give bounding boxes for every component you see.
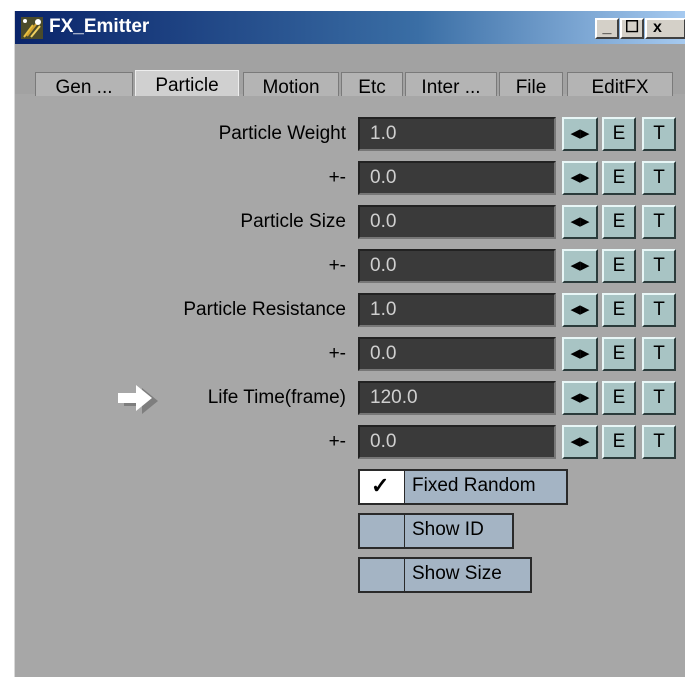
particle-weight-variance-input[interactable]: 0.0 (358, 161, 556, 195)
envelope-button[interactable]: E (602, 425, 636, 459)
right-arrow-icon (118, 385, 158, 414)
particle-weight-variance-row: +- 0.0 ◂▸ E T (15, 161, 685, 197)
envelope-button[interactable]: E (602, 249, 636, 283)
envelope-button[interactable]: E (602, 205, 636, 239)
show-id-label: Show ID (412, 519, 484, 540)
slider-arrows-icon[interactable]: ◂▸ (562, 293, 598, 327)
envelope-button[interactable]: E (602, 293, 636, 327)
particle-resistance-variance-row: +- 0.0 ◂▸ E T (15, 337, 685, 373)
particle-size-label: Particle Size (240, 211, 346, 232)
show-size-label: Show Size (412, 563, 502, 584)
life-time-variance-input[interactable]: 0.0 (358, 425, 556, 459)
particle-size-variance-input[interactable]: 0.0 (358, 249, 556, 283)
texture-button[interactable]: T (642, 117, 676, 151)
fixed-random-checkbox[interactable]: ✓ Fixed Random (358, 469, 568, 505)
particle-weight-variance-label: +- (328, 167, 346, 188)
particle-weight-row: Particle Weight 1.0 ◂▸ E T (15, 117, 685, 153)
checkbox-box[interactable]: ✓ (360, 471, 405, 503)
slider-arrows-icon[interactable]: ◂▸ (562, 161, 598, 195)
particle-resistance-variance-label: +- (328, 343, 346, 364)
particle-resistance-row: Particle Resistance 1.0 ◂▸ E T (15, 293, 685, 329)
envelope-button[interactable]: E (602, 161, 636, 195)
texture-button[interactable]: T (642, 381, 676, 415)
particle-resistance-input[interactable]: 1.0 (358, 293, 556, 327)
checkmark-icon: ✓ (371, 473, 390, 498)
envelope-button[interactable]: E (602, 381, 636, 415)
close-button[interactable]: x (645, 18, 685, 39)
checkbox-box[interactable] (360, 515, 405, 547)
life-time-variance-row: +- 0.0 ◂▸ E T (15, 425, 685, 461)
window-title: FX_Emitter (49, 16, 150, 37)
envelope-button[interactable]: E (602, 337, 636, 371)
particle-weight-label: Particle Weight (218, 123, 346, 144)
life-time-label: Life Time(frame) (207, 387, 346, 408)
texture-button[interactable]: T (642, 161, 676, 195)
envelope-button[interactable]: E (602, 117, 636, 151)
title-bar[interactable]: FX_Emitter _ ☐ x (15, 11, 685, 44)
slider-arrows-icon[interactable]: ◂▸ (562, 337, 598, 371)
tab-bar: Gen ... Particle Motion Etc Inter ... Fi… (15, 44, 685, 104)
slider-arrows-icon[interactable]: ◂▸ (562, 425, 598, 459)
sprinkler-icon (21, 17, 43, 39)
slider-arrows-icon[interactable]: ◂▸ (562, 249, 598, 283)
particle-resistance-variance-input[interactable]: 0.0 (358, 337, 556, 371)
fx-emitter-window: FX_Emitter _ ☐ x Gen ... Particle Motion… (14, 11, 685, 677)
texture-button[interactable]: T (642, 337, 676, 371)
texture-button[interactable]: T (642, 249, 676, 283)
particle-size-input[interactable]: 0.0 (358, 205, 556, 239)
particle-resistance-label: Particle Resistance (183, 299, 346, 320)
minimize-button[interactable]: _ (595, 18, 619, 39)
maximize-button[interactable]: ☐ (620, 18, 644, 39)
life-time-variance-label: +- (328, 431, 346, 452)
texture-button[interactable]: T (642, 205, 676, 239)
show-id-checkbox[interactable]: Show ID (358, 513, 514, 549)
particle-panel: Particle Weight 1.0 ◂▸ E T +- 0.0 ◂▸ E T… (15, 96, 685, 677)
fixed-random-label: Fixed Random (412, 475, 536, 496)
texture-button[interactable]: T (642, 293, 676, 327)
slider-arrows-icon[interactable]: ◂▸ (562, 117, 598, 151)
checkbox-box[interactable] (360, 559, 405, 591)
slider-arrows-icon[interactable]: ◂▸ (562, 381, 598, 415)
particle-size-variance-label: +- (328, 255, 346, 276)
slider-arrows-icon[interactable]: ◂▸ (562, 205, 598, 239)
texture-button[interactable]: T (642, 425, 676, 459)
life-time-input[interactable]: 120.0 (358, 381, 556, 415)
life-time-row: Life Time(frame) 120.0 ◂▸ E T (15, 381, 685, 417)
particle-weight-input[interactable]: 1.0 (358, 117, 556, 151)
show-size-checkbox[interactable]: Show Size (358, 557, 532, 593)
particle-size-variance-row: +- 0.0 ◂▸ E T (15, 249, 685, 285)
particle-size-row: Particle Size 0.0 ◂▸ E T (15, 205, 685, 241)
